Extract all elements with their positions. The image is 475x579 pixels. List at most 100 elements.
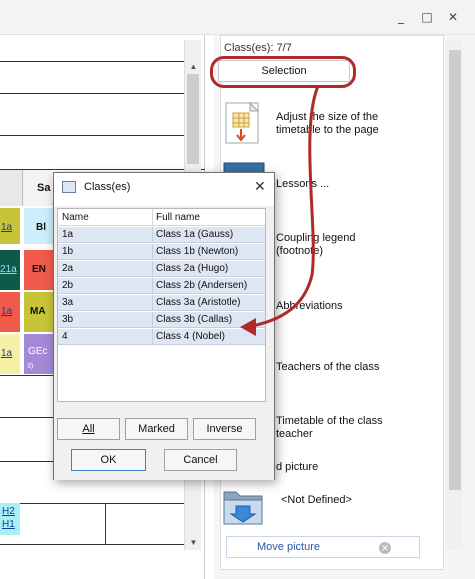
- classes-count-label: Class(es): 7/7: [224, 42, 292, 54]
- dialog-titlebar: Class(es): [62, 180, 267, 198]
- scrollbar-thumb[interactable]: [187, 74, 199, 164]
- grid-line: [0, 135, 184, 136]
- maximize-button[interactable]: □: [420, 10, 434, 24]
- lesson-cell[interactable]: 1a: [0, 334, 20, 374]
- lesson-class-label: 1a: [1, 222, 13, 233]
- option-lessons[interactable]: Lessons ...: [276, 178, 329, 191]
- option-adjust-size[interactable]: Adjust the size of the timetable to the …: [276, 111, 379, 137]
- grid-line: [0, 461, 55, 462]
- lesson-subject-label: MA: [30, 306, 46, 317]
- highlight-ring: [210, 56, 356, 88]
- lesson-cell[interactable]: H2 H1: [0, 503, 20, 535]
- lesson-cell[interactable]: Bl: [24, 208, 54, 244]
- lesson-group-label: H1: [2, 519, 15, 530]
- column-separator: [152, 227, 153, 243]
- move-picture-label: Move picture: [257, 541, 320, 553]
- close-button[interactable]: ✕: [446, 10, 460, 24]
- dialog-title: Class(es): [84, 181, 131, 193]
- picture-section-label: d picture: [276, 461, 319, 473]
- list-row[interactable]: 2a Class 2a (Hugo): [58, 261, 265, 277]
- grid-line: [105, 503, 106, 544]
- picture-folder-icon[interactable]: [222, 484, 268, 528]
- row-name: 2b: [62, 280, 74, 291]
- list-row[interactable]: 2b Class 2b (Andersen): [58, 278, 265, 294]
- options-scrollbar[interactable]: [447, 40, 463, 550]
- grid-line: [0, 417, 55, 418]
- cancel-button[interactable]: Cancel: [164, 449, 237, 471]
- option-label: Teachers of the class: [276, 361, 380, 373]
- row-full-name: Class 1b (Newton): [156, 246, 239, 257]
- scrollbar-thumb[interactable]: [449, 50, 461, 490]
- day-header-saturday: Sa: [37, 182, 51, 194]
- lesson-subject-label: Bl: [36, 222, 46, 233]
- clear-picture-icon[interactable]: ✕: [379, 542, 391, 554]
- window-icon: [62, 181, 76, 193]
- list-row[interactable]: 1b Class 1b (Newton): [58, 244, 265, 260]
- dialog-close-icon[interactable]: ✕: [254, 179, 266, 195]
- lesson-group-label: H2: [2, 506, 15, 517]
- scroll-up-icon[interactable]: ▲: [185, 62, 202, 71]
- row-full-name: Class 1a (Gauss): [156, 229, 234, 240]
- option-label: timetable to the page: [276, 124, 379, 136]
- ok-button[interactable]: OK: [71, 449, 146, 471]
- row-name: 1a: [62, 229, 74, 240]
- column-header-name[interactable]: Name: [62, 212, 89, 223]
- lesson-cell[interactable]: EN: [24, 250, 54, 290]
- option-class-teacher-timetable[interactable]: Timetable of the class teacher: [276, 415, 383, 441]
- row-full-name: Class 3b (Callas): [156, 314, 233, 325]
- column-separator: [152, 329, 153, 345]
- button-label: Cancel: [183, 454, 218, 466]
- option-label: Adjust the size of the: [276, 111, 379, 123]
- lesson-cell[interactable]: 1a: [0, 208, 20, 244]
- lesson-cell[interactable]: GEc 3): [24, 334, 54, 374]
- list-row[interactable]: 3a Class 3a (Aristotle): [58, 295, 265, 311]
- lesson-subject-label: EN: [32, 264, 46, 275]
- column-separator: [152, 295, 153, 311]
- classes-list[interactable]: Name Full name 1a Class 1a (Gauss) 1b Clas…: [57, 208, 266, 402]
- list-row[interactable]: 1a Class 1a (Gauss): [58, 227, 265, 243]
- minimize-button[interactable]: _: [394, 10, 408, 24]
- move-picture-button[interactable]: Move picture ✕: [226, 536, 420, 558]
- scroll-down-icon[interactable]: ▼: [185, 538, 202, 547]
- row-name: 3a: [62, 297, 74, 308]
- button-label: All: [82, 423, 95, 435]
- all-button[interactable]: All: [57, 418, 120, 440]
- column-separator: [152, 261, 153, 277]
- list-row[interactable]: 3b Class 3b (Callas): [58, 312, 265, 328]
- button-label: Inverse: [206, 423, 243, 435]
- row-full-name: Class 2b (Andersen): [156, 280, 248, 291]
- option-label: Coupling legend: [276, 232, 356, 244]
- timetable-resize-icon[interactable]: [222, 101, 268, 147]
- option-label: (footnote): [276, 245, 324, 257]
- option-label: Lessons ...: [276, 178, 330, 190]
- marked-button[interactable]: Marked: [125, 418, 188, 440]
- lesson-subject-label: GEc: [28, 346, 48, 357]
- lesson-cell[interactable]: MA: [24, 292, 54, 332]
- row-name: 2a: [62, 263, 74, 274]
- window-titlebar: _ □ ✕: [0, 0, 475, 35]
- row-name: 1b: [62, 246, 74, 257]
- column-header-full-name[interactable]: Full name: [156, 212, 200, 223]
- lesson-class-label: 1a: [1, 348, 13, 359]
- row-full-name: Class 2a (Hugo): [156, 263, 229, 274]
- list-row[interactable]: 4 Class 4 (Nobel): [58, 329, 265, 345]
- option-teachers-of-class[interactable]: Teachers of the class: [276, 361, 379, 374]
- column-separator: [152, 278, 153, 294]
- picture-value: <Not Defined>: [281, 494, 352, 506]
- row-name: 4: [62, 331, 68, 342]
- option-abbreviations[interactable]: Abbreviations: [276, 300, 343, 313]
- classes-dialog: Class(es) ✕ Name Full name 1a Class 1a (G…: [53, 172, 275, 480]
- lesson-footnote: 3): [27, 363, 34, 370]
- lesson-cell[interactable]: 21a: [0, 250, 20, 290]
- header-cell: [0, 170, 22, 206]
- row-full-name: Class 4 (Nobel): [156, 331, 225, 342]
- inverse-button[interactable]: Inverse: [193, 418, 256, 440]
- column-separator: [152, 209, 153, 226]
- option-label: teacher: [276, 428, 313, 440]
- grid-line: [0, 93, 184, 94]
- lesson-cell[interactable]: 1a: [0, 292, 20, 332]
- lesson-class-label: 21a: [0, 264, 17, 275]
- dialog-body: Name Full name 1a Class 1a (Gauss) 1b Clas…: [54, 206, 274, 480]
- option-coupling-legend[interactable]: Coupling legend (footnote): [276, 232, 356, 258]
- grid-line: [0, 61, 184, 62]
